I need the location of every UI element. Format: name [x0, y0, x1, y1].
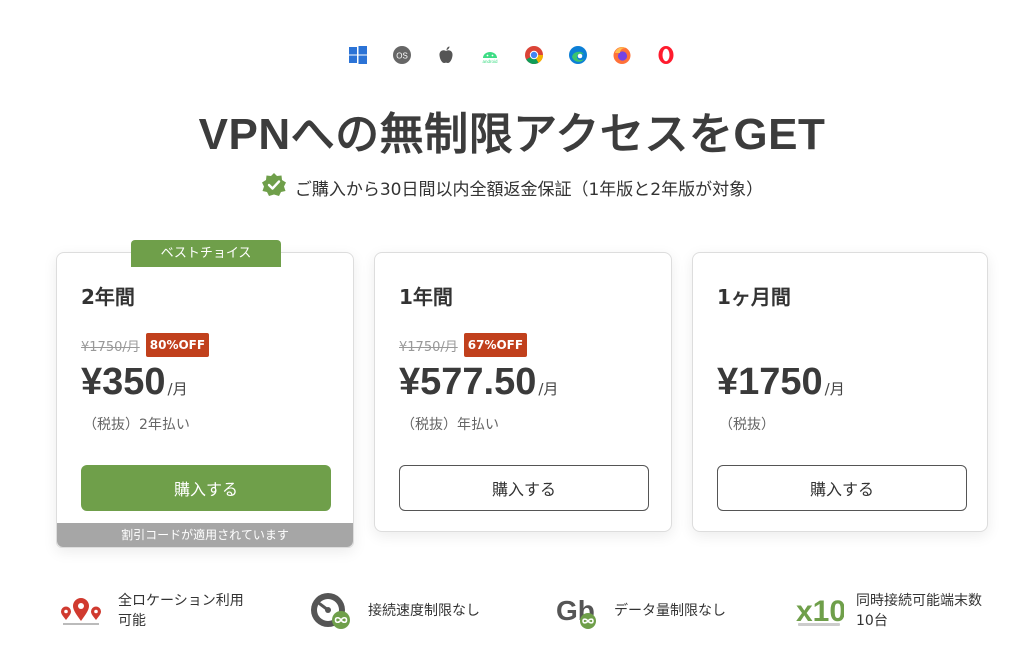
price-row: ¥350 /月	[81, 361, 188, 404]
tax-note: （税抜）2年払い	[83, 417, 190, 433]
price-row: ¥1750 /月	[717, 361, 845, 404]
price-period: /月	[824, 380, 845, 398]
feature-all-locations: 全ロケーション利用可能	[56, 590, 248, 632]
price: ¥577.50	[399, 361, 537, 403]
feature-text: データ量制限なし	[614, 603, 726, 619]
plan-card-1-month: 1ヶ月間 ¥1750 /月 （税抜） 購入する	[692, 252, 988, 532]
platform-icons: OS android	[0, 44, 1024, 66]
buy-button-1-year[interactable]: 購入する	[399, 465, 649, 511]
svg-text:android: android	[482, 59, 498, 64]
discount-badge: 80%OFF	[145, 333, 210, 357]
price-row: ¥577.50 /月	[399, 361, 558, 404]
svg-text:x10: x10	[796, 595, 844, 628]
x10-devices-icon: x10	[794, 590, 844, 632]
check-badge-icon	[261, 172, 287, 203]
plan-card-2-years: ベストチョイス 2年間 ¥1750/月 80%OFF ¥350 /月 （税抜）2…	[56, 240, 354, 548]
firefox-icon	[611, 44, 633, 66]
speedometer-infinity-icon	[306, 590, 356, 632]
old-price: ¥1750/月	[81, 339, 140, 355]
edge-icon	[567, 44, 589, 66]
page-title: VPNへの無制限アクセスをGET	[198, 110, 826, 159]
opera-icon	[655, 44, 677, 66]
tax-note: （税抜）年払い	[401, 417, 499, 433]
old-price-row: ¥1750/月 80%OFF	[81, 333, 210, 357]
android-icon: android	[479, 44, 501, 66]
windows-icon	[347, 44, 369, 66]
old-price-row: ¥1750/月 67%OFF	[399, 333, 528, 357]
feature-text: 接続速度制限なし	[368, 603, 480, 619]
buy-button-2-years[interactable]: 購入する	[81, 465, 331, 511]
chrome-icon	[523, 44, 545, 66]
feature-text: 全ロケーション利用可能	[118, 593, 244, 629]
price-period: /月	[167, 380, 188, 398]
money-back-guarantee: ご購入から30日間以内全額返金保証（1年版と2年版が対象）	[0, 172, 1024, 203]
price: ¥1750	[717, 361, 823, 403]
plan-name: 1ヶ月間	[717, 285, 791, 309]
gb-infinity-icon: Gb	[552, 590, 602, 632]
apple-icon	[435, 44, 457, 66]
old-price: ¥1750/月	[399, 339, 458, 355]
feature-10-devices: x10 同時接続可能端末数 10台	[794, 590, 986, 632]
plan-name: 1年間	[399, 285, 453, 309]
coupon-applied-note: 割引コードが適用されています	[57, 523, 353, 547]
price: ¥350	[81, 361, 166, 403]
best-choice-badge: ベストチョイス	[131, 240, 281, 267]
feature-unlimited-speed: 接続速度制限なし	[306, 590, 480, 632]
macos-icon: OS	[391, 44, 413, 66]
tax-note: （税抜）	[719, 417, 775, 433]
price-period: /月	[538, 380, 559, 398]
feature-unlimited-data: Gb データ量制限なし	[552, 590, 726, 632]
location-pins-icon	[56, 590, 106, 632]
plan-name: 2年間	[81, 285, 135, 309]
plan-card-1-year: 1年間 ¥1750/月 67%OFF ¥577.50 /月 （税抜）年払い 購入…	[374, 252, 672, 532]
discount-badge: 67%OFF	[463, 333, 528, 357]
buy-button-1-month[interactable]: 購入する	[717, 465, 967, 511]
svg-text:OS: OS	[396, 52, 408, 61]
feature-text: 同時接続可能端末数 10台	[856, 593, 982, 629]
guarantee-text: ご購入から30日間以内全額返金保証（1年版と2年版が対象）	[294, 180, 764, 200]
feature-list: 全ロケーション利用可能 接続速度制限なし Gb データ量制限なし x10 同時接…	[0, 590, 1024, 640]
